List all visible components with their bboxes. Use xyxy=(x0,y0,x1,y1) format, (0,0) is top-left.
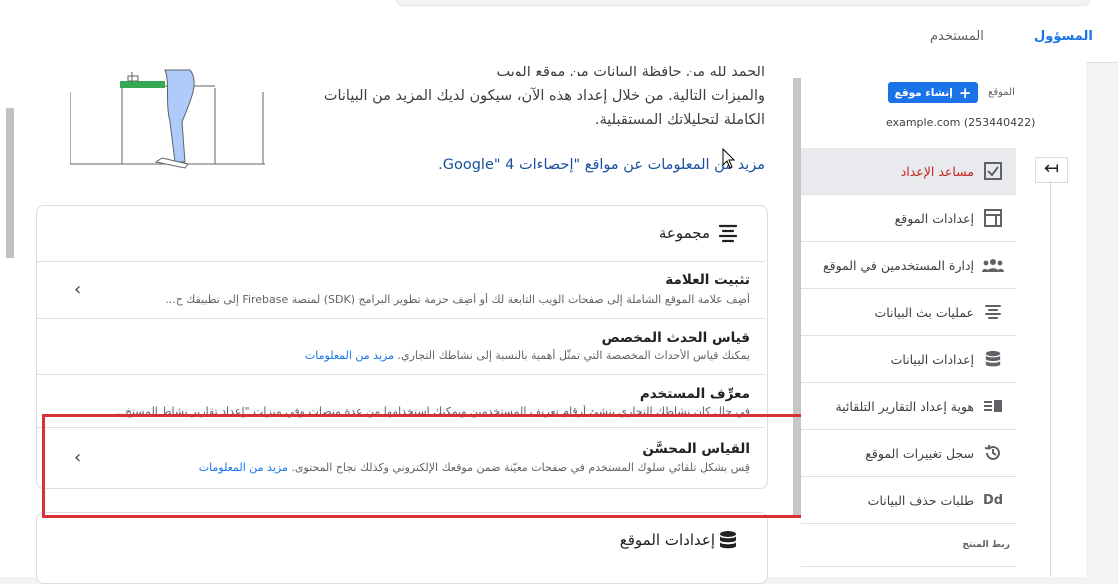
history-icon xyxy=(982,442,1004,464)
users-icon xyxy=(982,254,1004,276)
reporting-identity-icon xyxy=(982,395,1004,417)
nav-setup-assistant[interactable]: مساعد الإعداد xyxy=(801,148,1016,194)
row-title: معرِّف المستخدم xyxy=(639,386,750,402)
nav-data-streams[interactable]: عمليات بث البيانات xyxy=(801,289,1016,335)
collapse-panel-button[interactable]: ↤ xyxy=(1035,157,1068,183)
data-streams-icon xyxy=(717,222,739,244)
data-streams-icon xyxy=(982,301,1004,323)
divider xyxy=(801,566,1016,567)
nav-label: مساعد الإعداد xyxy=(900,163,974,179)
nav-reporting-identity[interactable]: هوية إعداد التقارير التلقائية xyxy=(801,383,1016,429)
row-tag-installation[interactable] xyxy=(37,262,765,318)
database-icon xyxy=(718,530,740,552)
nav-label: هوية إعداد التقارير التلقائية xyxy=(835,398,974,414)
highlight-box xyxy=(42,414,808,518)
property-settings-card-title: إعدادات الموقع xyxy=(619,531,715,549)
row-title: قياس الحدث المخصص xyxy=(601,330,750,346)
checklist-icon xyxy=(982,160,1004,182)
nav-label: إعدادات البيانات xyxy=(890,351,974,367)
nav-label: سجل تغييرات الموقع xyxy=(865,445,974,461)
nav-property-access[interactable]: إدارة المستخدمين في الموقع xyxy=(801,242,1016,288)
row-title: تثبيت العلامة xyxy=(665,272,750,288)
mouse-cursor-icon xyxy=(722,148,736,169)
create-property-label: إنشاء موقع xyxy=(894,86,953,99)
collection-card-title: مجموعة xyxy=(658,224,710,242)
nav-property-change-history[interactable]: سجل تغييرات الموقع xyxy=(801,430,1016,476)
nav-data-deletion-requests[interactable]: Dd طلبات حذف البيانات xyxy=(801,477,1016,523)
nav-label: طلبات حذف البيانات xyxy=(867,492,974,508)
nav-label: إدارة المستخدمين في الموقع xyxy=(822,257,974,273)
property-settings-icon xyxy=(982,207,1004,229)
plus-icon: + xyxy=(958,83,972,102)
nav-data-settings[interactable]: إعدادات البيانات xyxy=(801,336,1016,382)
database-icon xyxy=(982,348,1004,370)
tab-user[interactable]: المستخدم xyxy=(930,29,984,44)
create-property-button[interactable]: إنشاء موقع + xyxy=(888,82,978,103)
learn-more-link[interactable]: مزيد من المعلومات xyxy=(305,349,394,362)
intro-text-line1: والميزات التالية. من خلال إعداد هذه الآن… xyxy=(323,88,765,104)
row-custom-event[interactable] xyxy=(37,319,765,374)
learn-more-ga4-link[interactable]: مزيد من المعلومات عن مواقع "إحصاءات Goog… xyxy=(280,157,765,173)
divider xyxy=(801,523,1016,524)
tab-admin[interactable]: المسؤول xyxy=(1034,29,1093,44)
nav-label: عمليات بث البيانات xyxy=(874,304,974,320)
chevron-left-icon[interactable]: ‹ xyxy=(74,279,81,300)
left-scrollbar[interactable] xyxy=(6,108,14,258)
row-description: يمكنك قياس الأحداث المخصصة التي تمثّل أه… xyxy=(100,349,750,362)
nav-property-settings[interactable]: إعدادات الموقع xyxy=(801,195,1016,241)
row-description-text: يمكنك قياس الأحداث المخصصة التي تمثّل أه… xyxy=(397,349,750,362)
arrow-left-icon: ↤ xyxy=(1043,158,1060,179)
panel-divider xyxy=(1050,181,1051,577)
property-label: الموقع xyxy=(988,87,1015,98)
setup-illustration xyxy=(70,69,265,169)
row-description: أضِف علامة الموقع الشاملة إلى صفحات الوي… xyxy=(165,293,750,306)
property-selector[interactable]: example.com (253440422) xyxy=(886,116,1035,129)
product-links-heading: ربط المنتج xyxy=(962,540,1010,550)
nav-label: إعدادات الموقع xyxy=(894,210,974,226)
search-bar-edge[interactable] xyxy=(396,0,1090,6)
intro-text-line2: الكاملة لتحليلاتك المستقبلية. xyxy=(594,112,765,128)
data-deletion-icon: Dd xyxy=(982,492,1004,508)
